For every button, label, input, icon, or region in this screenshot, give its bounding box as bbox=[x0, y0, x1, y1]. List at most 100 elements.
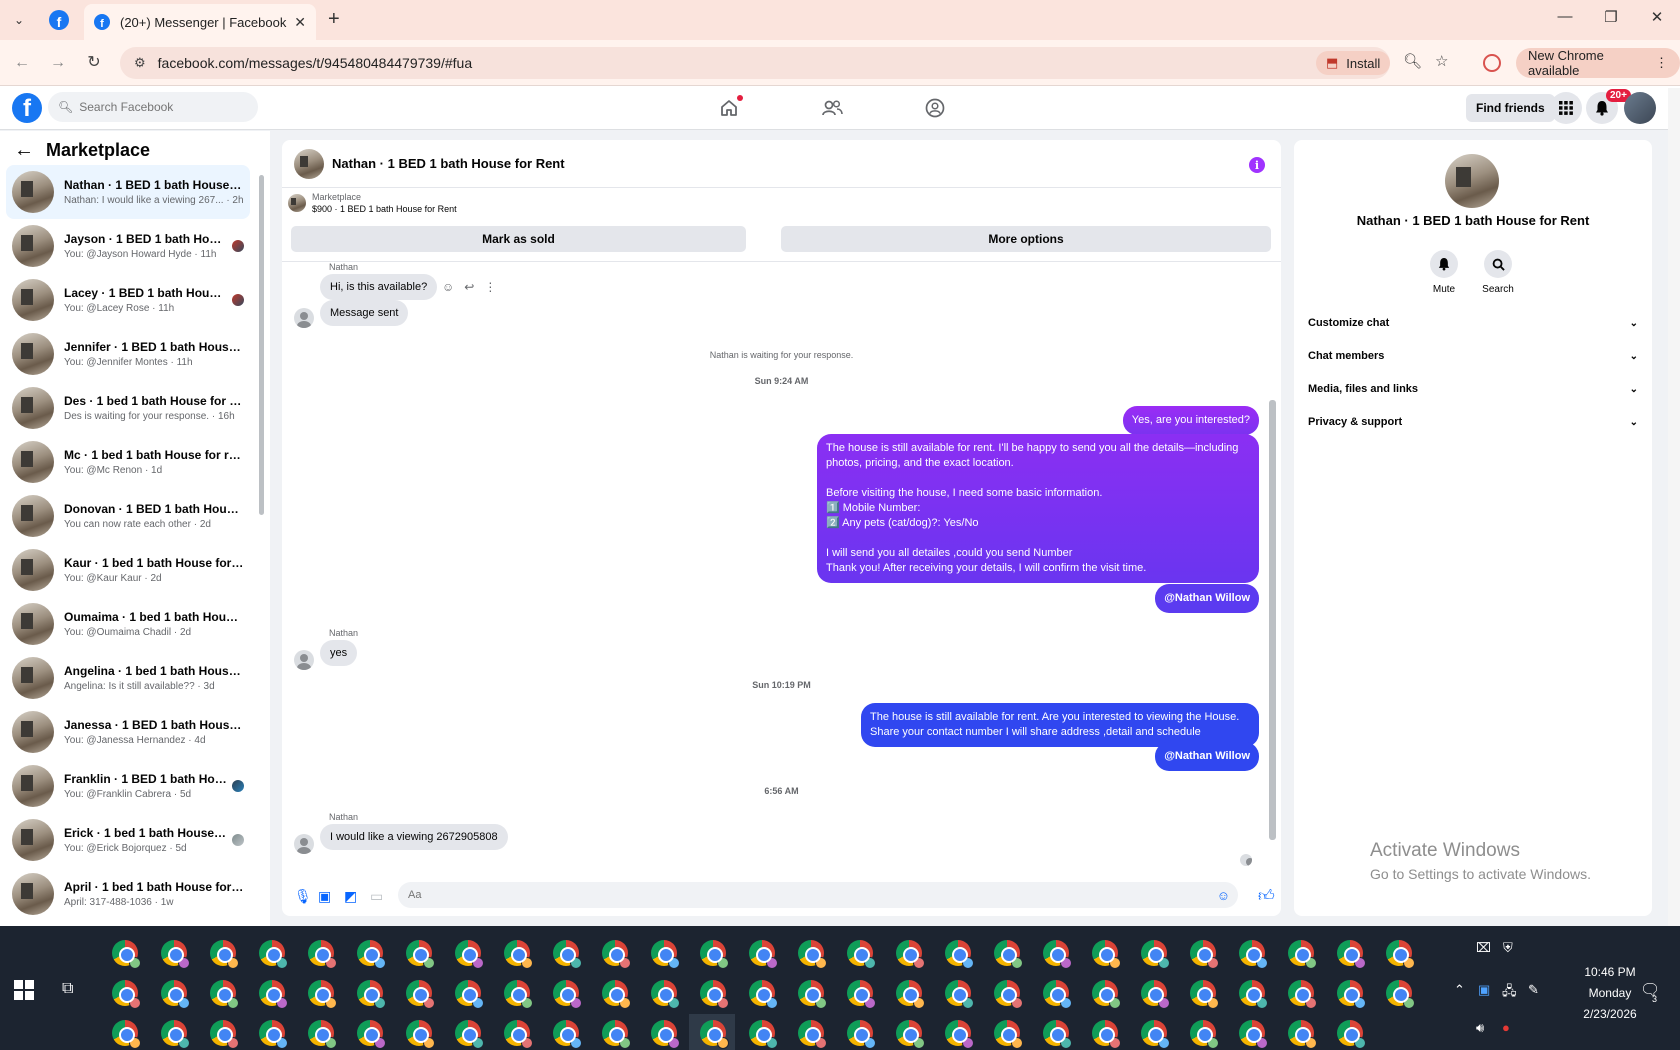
conversation-item[interactable]: Nathan · 1 BED 1 bath House fo... Nathan:… bbox=[6, 165, 250, 219]
chrome-taskbar-icon[interactable] bbox=[651, 1020, 680, 1049]
outgoing-message[interactable]: Yes, are you interested? bbox=[1122, 406, 1259, 435]
chrome-taskbar-icon[interactable] bbox=[504, 1020, 533, 1049]
chrome-taskbar-icon[interactable] bbox=[406, 980, 435, 1009]
chrome-taskbar-icon[interactable] bbox=[357, 980, 386, 1009]
task-view-icon[interactable]: ⧉ bbox=[62, 980, 73, 998]
bookmark-star-icon[interactable]: ☆ bbox=[1435, 52, 1448, 70]
tab-messenger[interactable]: f (20+) Messenger | Facebook ✕ bbox=[84, 4, 316, 40]
account-avatar[interactable] bbox=[1624, 92, 1656, 124]
conversation-item[interactable]: Lacey · 1 BED 1 bath House fo... You: @La… bbox=[6, 273, 250, 327]
mention-message[interactable]: @Nathan Willow bbox=[1155, 742, 1259, 771]
chrome-taskbar-icon[interactable] bbox=[455, 980, 484, 1009]
chrome-taskbar-icon[interactable] bbox=[1092, 1020, 1121, 1049]
chrome-taskbar-icon[interactable] bbox=[994, 980, 1023, 1009]
chrome-taskbar-icon[interactable] bbox=[847, 980, 876, 1009]
more-kebab-icon[interactable]: ⋮ bbox=[484, 280, 496, 294]
chrome-taskbar-icon[interactable] bbox=[749, 980, 778, 1009]
chrome-taskbar-icon[interactable] bbox=[749, 1020, 778, 1049]
chrome-taskbar-icon[interactable] bbox=[1288, 1020, 1317, 1049]
chrome-taskbar-icon[interactable] bbox=[210, 1020, 239, 1049]
chrome-taskbar-icon[interactable] bbox=[1043, 940, 1072, 969]
chrome-taskbar-icon[interactable] bbox=[602, 980, 631, 1009]
chrome-taskbar-icon[interactable] bbox=[1141, 1020, 1170, 1049]
mention-message[interactable]: @Nathan Willow bbox=[1155, 584, 1259, 613]
chrome-taskbar-icon[interactable] bbox=[1190, 980, 1219, 1009]
chat-title[interactable]: Nathan · 1 BED 1 bath House for Rent bbox=[332, 156, 565, 171]
chrome-taskbar-icon[interactable] bbox=[112, 940, 141, 969]
pen-icon[interactable]: ✎ bbox=[1528, 982, 1539, 998]
gif-icon[interactable]: ▭ bbox=[370, 888, 383, 905]
chrome-taskbar-icon[interactable] bbox=[1043, 1020, 1072, 1049]
find-friends-button[interactable]: Find friends bbox=[1466, 94, 1555, 122]
chrome-taskbar-icon[interactable] bbox=[994, 940, 1023, 969]
chrome-taskbar-icon[interactable] bbox=[602, 1020, 631, 1049]
chrome-taskbar-icon[interactable] bbox=[1288, 940, 1317, 969]
facebook-pinned-tab-icon[interactable]: f bbox=[49, 10, 69, 30]
mention-tag[interactable]: @Nathan Willow bbox=[1164, 592, 1250, 604]
react-emoji-icon[interactable]: ☺ bbox=[442, 280, 454, 294]
chrome-taskbar-icon[interactable] bbox=[1288, 980, 1317, 1009]
chrome-taskbar-icon[interactable] bbox=[1190, 1020, 1219, 1049]
tab-close-icon[interactable]: ✕ bbox=[294, 14, 306, 31]
conversation-item[interactable]: Janessa · 1 BED 1 bath House fo... You: @… bbox=[6, 705, 250, 759]
forward-arrow-icon[interactable]: → bbox=[46, 51, 70, 75]
groups-icon[interactable] bbox=[922, 96, 948, 120]
conversation-item[interactable]: Mc · 1 bed 1 bath House for rent You: @Mc… bbox=[6, 435, 250, 489]
conversation-item[interactable]: April · 1 bed 1 bath House for re... Apri… bbox=[6, 867, 250, 921]
conversation-info-icon[interactable]: i bbox=[1249, 157, 1265, 173]
meet-now-icon[interactable]: ⌧ bbox=[1476, 940, 1491, 956]
chrome-taskbar-icon[interactable] bbox=[406, 940, 435, 969]
conversation-item[interactable]: Jennifer · 1 BED 1 bath House fo... You: … bbox=[6, 327, 250, 381]
sender-avatar[interactable] bbox=[294, 308, 314, 328]
chrome-taskbar-icon[interactable] bbox=[259, 940, 288, 969]
chrome-taskbar-icon[interactable] bbox=[1386, 980, 1415, 1009]
tab-search-chevron-icon[interactable]: ⌄ bbox=[8, 9, 30, 31]
chrome-taskbar-icon[interactable] bbox=[553, 940, 582, 969]
new-tab-plus-icon[interactable]: + bbox=[328, 8, 340, 31]
chrome-taskbar-icon[interactable] bbox=[1239, 980, 1268, 1009]
chrome-taskbar-icon[interactable] bbox=[259, 1020, 288, 1049]
home-icon[interactable] bbox=[716, 95, 743, 120]
friends-icon[interactable] bbox=[819, 96, 845, 120]
incoming-message[interactable]: Message sent bbox=[320, 300, 409, 326]
incoming-message[interactable]: yes bbox=[320, 640, 358, 666]
chrome-taskbar-icon[interactable] bbox=[1337, 980, 1366, 1009]
chrome-taskbar-icon[interactable] bbox=[1337, 940, 1366, 969]
chrome-update-button[interactable]: New Chrome available ⋮ bbox=[1516, 48, 1680, 78]
microphone-icon[interactable]: 🎙︎ bbox=[294, 888, 312, 905]
chrome-taskbar-icon[interactable] bbox=[161, 940, 190, 969]
chrome-taskbar-icon[interactable] bbox=[161, 980, 190, 1009]
scrollbar-thumb[interactable] bbox=[1269, 400, 1276, 840]
mention-tag[interactable]: @Nathan Willow bbox=[1164, 750, 1250, 762]
chrome-taskbar-icon[interactable] bbox=[455, 940, 484, 969]
outgoing-message-details[interactable]: The house is still available for rent. I… bbox=[817, 434, 1259, 583]
facebook-search[interactable]: 🔍︎ bbox=[48, 92, 258, 122]
chrome-taskbar-icon[interactable] bbox=[1141, 940, 1170, 969]
chat-scrollbar[interactable] bbox=[1268, 270, 1276, 870]
chrome-taskbar-icon[interactable] bbox=[504, 980, 533, 1009]
chrome-taskbar-icon[interactable] bbox=[700, 980, 729, 1009]
listing-thumbnail[interactable] bbox=[1445, 154, 1499, 208]
minimize-icon[interactable]: — bbox=[1550, 8, 1580, 25]
network-icon[interactable]: 🖧︎ bbox=[1502, 982, 1517, 1004]
chrome-taskbar-icon[interactable] bbox=[651, 940, 680, 969]
sender-avatar[interactable] bbox=[294, 834, 314, 854]
address-bar[interactable]: ⚙ facebook.com/messages/t/94548048447973… bbox=[120, 47, 1390, 79]
chrome-taskbar-icon[interactable] bbox=[259, 980, 288, 1009]
chrome-taskbar-icon[interactable] bbox=[1092, 980, 1121, 1009]
chrome-taskbar-icon[interactable] bbox=[1043, 980, 1072, 1009]
chrome-taskbar-icon[interactable] bbox=[602, 940, 631, 969]
conversation-item[interactable]: Donovan · 1 BED 1 bath House f... You can… bbox=[6, 489, 250, 543]
sidebar-scrollbar[interactable] bbox=[258, 165, 265, 921]
mark-as-sold-button[interactable]: Mark as sold bbox=[291, 226, 746, 252]
chrome-taskbar-icon[interactable] bbox=[798, 1020, 827, 1049]
chrome-taskbar-icon[interactable] bbox=[1239, 1020, 1268, 1049]
chrome-taskbar-icon[interactable] bbox=[1386, 940, 1415, 969]
reply-icon[interactable]: ↩ bbox=[464, 280, 474, 294]
back-arrow-icon[interactable]: ← bbox=[14, 139, 34, 162]
outgoing-message-viewing[interactable]: The house is still available for rent. A… bbox=[861, 703, 1259, 747]
message-input-box[interactable]: ☺ bbox=[398, 882, 1238, 908]
url-text[interactable]: facebook.com/messages/t/945480484479739/… bbox=[158, 55, 1390, 71]
listing-thumbnail[interactable] bbox=[294, 148, 324, 179]
incoming-message[interactable]: Hi, is this available? bbox=[320, 274, 438, 300]
